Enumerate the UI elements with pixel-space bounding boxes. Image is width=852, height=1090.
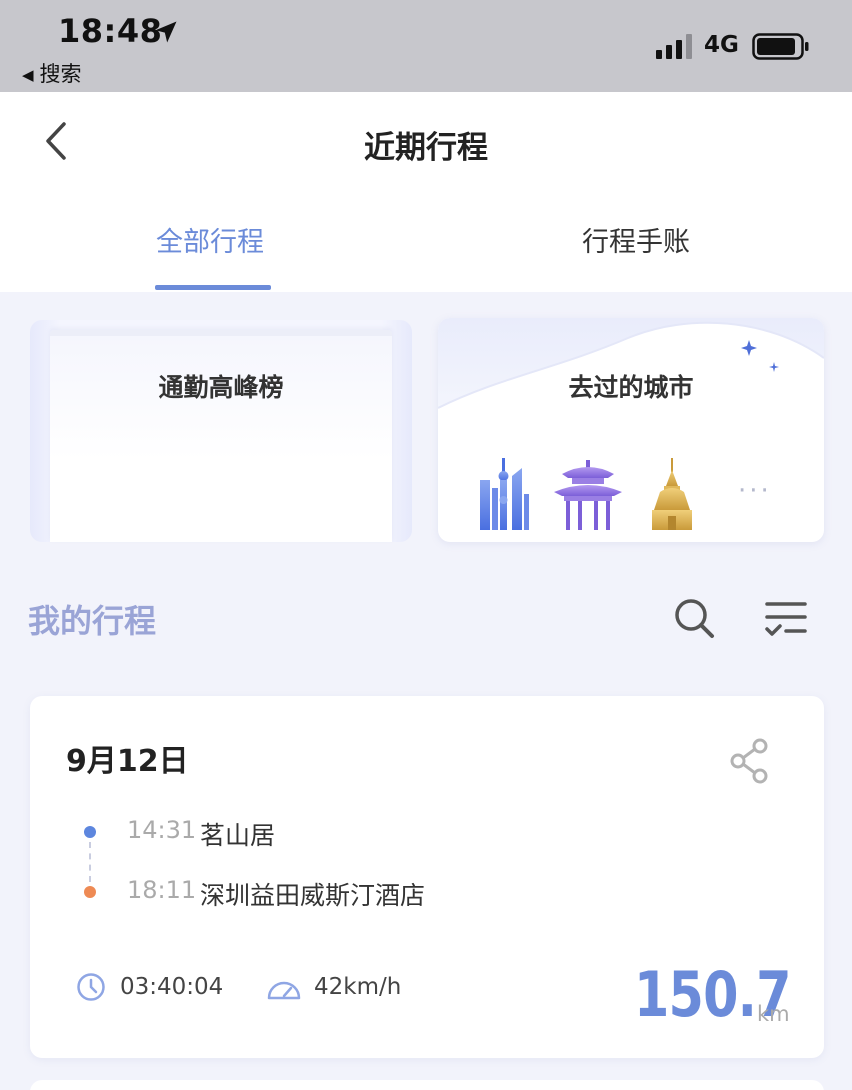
- clock-icon: [77, 973, 105, 1001]
- trip-date: 9月12日: [66, 744, 189, 779]
- network-type: 4G: [704, 32, 739, 58]
- nav-bar: 近期行程 全部行程 行程手账: [0, 92, 852, 292]
- status-bar: 18:48 ◀ 搜索 4G: [0, 0, 852, 92]
- return-app-label: 搜索: [39, 62, 82, 86]
- my-trips-title: 我的行程: [28, 602, 157, 640]
- tab-trip-journal[interactable]: 行程手账: [582, 220, 690, 259]
- shanghai-skyline-icon: [480, 458, 529, 530]
- return-to-app-link[interactable]: ◀ 搜索: [22, 58, 82, 88]
- back-triangle-icon: ◀: [22, 66, 34, 84]
- visited-cities-card[interactable]: 去过的城市 ···: [438, 318, 824, 542]
- distance-unit: km: [757, 1002, 790, 1026]
- start-time: 14:31: [127, 816, 197, 844]
- end-place: 深圳益田威斯汀酒店: [200, 881, 426, 910]
- end-time: 18:11: [127, 876, 197, 904]
- next-trip-card-edge: [30, 1080, 824, 1090]
- speedometer-icon: [267, 981, 301, 1000]
- signal-icon: [656, 34, 692, 59]
- commute-peak-label: 通勤高峰榜: [158, 373, 284, 402]
- start-place: 茗山居: [200, 821, 276, 850]
- status-time: 18:48: [58, 12, 163, 50]
- search-icon[interactable]: [672, 596, 716, 640]
- battery-icon: [752, 33, 809, 60]
- active-tab-indicator: [155, 285, 271, 290]
- start-point-dot: [84, 826, 96, 838]
- filter-list-icon[interactable]: [764, 600, 808, 638]
- trip-card[interactable]: 9月12日 14:31 茗山居 18:11 深圳益田威斯汀酒店 03:40:04…: [30, 696, 824, 1058]
- more-cities-indicator[interactable]: ···: [738, 476, 772, 506]
- trip-duration: 03:40:04: [120, 974, 224, 1000]
- visited-cities-label: 去过的城市: [568, 373, 694, 402]
- pavilion-icon: [554, 460, 622, 530]
- share-icon[interactable]: [730, 738, 770, 784]
- peak-card-paper: [50, 330, 392, 542]
- commute-peak-card[interactable]: 通勤高峰榜: [30, 320, 412, 542]
- average-speed: 42km/h: [314, 974, 402, 1000]
- end-point-dot: [84, 886, 96, 898]
- pagoda-tower-icon: [652, 458, 692, 530]
- location-arrow-icon: [155, 21, 177, 43]
- page-title: 近期行程: [364, 130, 488, 166]
- tab-all-trips[interactable]: 全部行程: [156, 220, 264, 259]
- route-connector: [89, 842, 91, 882]
